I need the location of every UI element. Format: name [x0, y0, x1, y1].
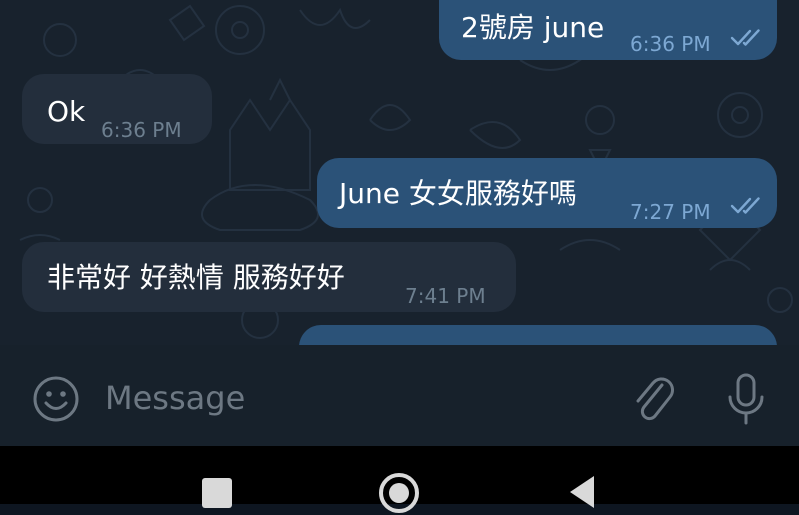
- message-time: 6:36 PM: [630, 32, 711, 56]
- message-text: 2號房 june: [461, 11, 605, 44]
- microphone-icon[interactable]: [724, 371, 768, 427]
- double-check-icon: [730, 197, 760, 214]
- chat-area[interactable]: 2號房 june 6:36 PM Ok 6:36 PM June 女女服務好嗎 …: [0, 0, 799, 345]
- emoji-icon[interactable]: [31, 374, 81, 424]
- message-bubble-incoming[interactable]: 非常好 好熱情 服務好好 7:41 PM: [22, 242, 516, 312]
- message-bubble-incoming[interactable]: Ok 6:36 PM: [22, 74, 212, 144]
- paperclip-icon[interactable]: [630, 371, 676, 427]
- circle-icon[interactable]: [377, 471, 421, 515]
- message-input-bar: [0, 345, 799, 446]
- message-bubble-outgoing[interactable]: June 女女服務好嗎 7:27 PM: [317, 158, 777, 228]
- message-bubble-outgoing[interactable]: [299, 325, 777, 345]
- message-input[interactable]: [103, 375, 607, 421]
- triangle-back-icon[interactable]: [566, 474, 600, 508]
- message-time: 7:27 PM: [630, 200, 711, 224]
- message-text: June 女女服務好嗎: [339, 177, 577, 210]
- square-icon[interactable]: [200, 476, 234, 510]
- message-text: 非常好 好熱情 服務好好: [47, 261, 345, 294]
- system-navigation-bar: [0, 446, 799, 513]
- message-time: 7:41 PM: [405, 284, 486, 308]
- message-text: Ok: [47, 95, 86, 128]
- message-time: 6:36 PM: [101, 118, 182, 142]
- double-check-icon: [730, 29, 760, 46]
- message-bubble-outgoing[interactable]: 2號房 june 6:36 PM: [439, 0, 777, 60]
